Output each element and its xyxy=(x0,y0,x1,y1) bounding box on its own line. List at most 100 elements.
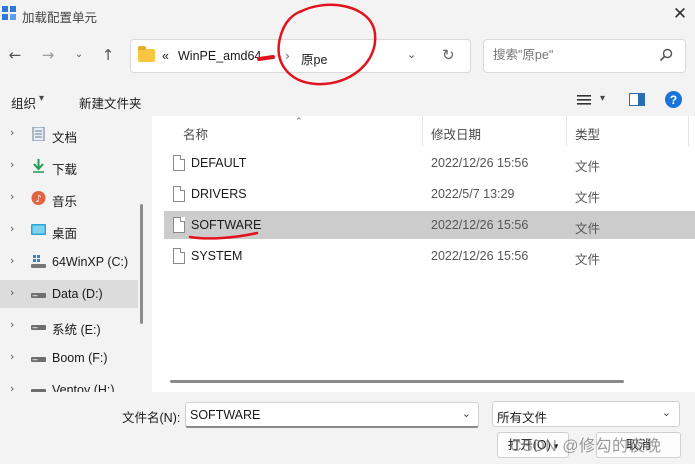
file-row[interactable]: SYSTEM 2022/12/26 15:56 文件 xyxy=(164,242,695,270)
file-name: SYSTEM xyxy=(191,249,243,263)
chevron-right-icon[interactable]: › xyxy=(10,190,14,203)
sort-ascending-icon: ⌃ xyxy=(295,117,303,127)
close-icon[interactable]: ✕ xyxy=(665,0,695,30)
arrow-left-icon[interactable]: ← xyxy=(4,44,26,66)
view-list-icon[interactable] xyxy=(577,95,591,105)
sidebar-item-label: 音乐 xyxy=(52,195,78,209)
chevron-right-icon[interactable]: › xyxy=(10,158,14,171)
registry-app-icon xyxy=(2,6,16,20)
file-icon xyxy=(173,186,185,202)
chevron-right-icon[interactable]: › xyxy=(10,286,14,299)
new-folder-button[interactable]: 新建文件夹 xyxy=(79,93,142,112)
chevron-down-icon[interactable]: ⌄ xyxy=(662,406,671,419)
sidebar-item-music[interactable]: › ♪ 音乐 xyxy=(0,184,138,212)
filename-value[interactable]: SOFTWARE xyxy=(190,408,260,422)
file-name: SOFTWARE xyxy=(191,218,262,232)
column-divider[interactable] xyxy=(688,116,689,146)
sidebar-item-drive-h[interactable]: › Ventoy (H:) xyxy=(0,376,138,392)
dialog-footer: 文件名(N): SOFTWARE ⌄ 所有文件 ⌄ 打开(O) ▾ 取消 CSDN… xyxy=(0,392,695,464)
document-icon xyxy=(32,127,45,141)
filetype-select[interactable]: 所有文件 ⌄ xyxy=(492,401,680,427)
file-type: 文件 xyxy=(575,191,601,205)
command-toolbar: 组织 ▾ 新建文件夹 ▾ ? xyxy=(0,84,695,116)
address-dropdown-icon[interactable]: ⌄ xyxy=(407,48,416,61)
column-divider[interactable] xyxy=(566,116,567,146)
breadcrumb-current[interactable]: 原pe xyxy=(301,49,327,68)
column-type[interactable]: 类型 xyxy=(575,124,600,143)
chevron-right-icon[interactable]: › xyxy=(10,126,14,139)
drive-icon xyxy=(31,357,46,362)
drive-icon xyxy=(31,255,46,268)
sidebar-item-drive-d[interactable]: › Data (D:) xyxy=(0,280,138,308)
organize-caret-icon[interactable]: ▾ xyxy=(39,93,44,104)
file-icon xyxy=(173,217,185,233)
drive-icon xyxy=(31,293,46,298)
sidebar-item-drive-c[interactable]: › 64WinXP (C:) xyxy=(0,248,138,276)
svg-text:♪: ♪ xyxy=(35,194,41,205)
column-modified[interactable]: 修改日期 xyxy=(431,124,481,143)
file-name: DRIVERS xyxy=(191,187,247,201)
watermark: CSDN @修勾的夜晚 xyxy=(510,438,662,455)
refresh-icon[interactable]: ↻ xyxy=(442,46,455,64)
search-input[interactable] xyxy=(493,48,653,62)
chevron-right-icon[interactable]: › xyxy=(10,254,14,267)
sidebar-item-label: 桌面 xyxy=(52,227,78,241)
sidebar-item-documents[interactable]: › 文档 xyxy=(0,120,138,148)
download-icon xyxy=(33,159,44,173)
search-box[interactable] xyxy=(483,39,686,73)
file-modified: 2022/12/26 15:56 xyxy=(431,249,529,263)
search-icon[interactable] xyxy=(659,48,673,62)
file-row-selected[interactable]: SOFTWARE 2022/12/26 15:56 文件 xyxy=(164,211,695,239)
file-modified: 2022/12/26 15:56 xyxy=(431,218,529,232)
folder-icon xyxy=(138,46,155,62)
chevron-right-icon[interactable]: › xyxy=(10,350,14,363)
help-icon[interactable]: ? xyxy=(665,91,682,108)
sidebar-item-drive-e[interactable]: › 系统 (E:) xyxy=(0,312,138,340)
column-header: ⌃ 名称 修改日期 类型 xyxy=(152,116,695,146)
breadcrumb-winpe[interactable]: WinPE_amd64 xyxy=(178,49,261,63)
svg-text:?: ? xyxy=(670,93,677,107)
chevron-down-icon[interactable]: ⌄ xyxy=(462,407,471,420)
view-caret-icon[interactable]: ▾ xyxy=(600,93,605,104)
organize-menu[interactable]: 组织 xyxy=(11,93,36,112)
file-row[interactable]: DRIVERS 2022/5/7 13:29 文件 xyxy=(164,180,695,208)
chevron-right-icon[interactable]: › xyxy=(10,222,14,235)
file-row[interactable]: DEFAULT 2022/12/26 15:56 文件 xyxy=(164,149,695,177)
file-type: 文件 xyxy=(575,222,601,236)
file-modified: 2022/5/7 13:29 xyxy=(431,187,515,201)
address-bar[interactable]: « WinPE_amd64 › 原pe ⌄ ↻ xyxy=(130,39,471,73)
file-icon xyxy=(173,248,185,264)
column-divider[interactable] xyxy=(422,116,423,146)
filename-field[interactable]: SOFTWARE ⌄ xyxy=(185,402,479,428)
horizontal-scrollbar[interactable] xyxy=(170,380,624,383)
sidebar-item-downloads[interactable]: › 下载 xyxy=(0,152,138,180)
arrow-right-icon[interactable]: → xyxy=(37,44,59,66)
preview-pane-icon[interactable] xyxy=(629,93,645,106)
column-name[interactable]: 名称 xyxy=(183,124,208,143)
filetype-value[interactable]: 所有文件 xyxy=(497,407,547,426)
title-bar: 加载配置单元 ✕ xyxy=(0,0,695,30)
file-type: 文件 xyxy=(575,253,601,267)
sidebar-item-label: Ventoy (H:) xyxy=(52,383,115,392)
sidebar-item-label: 下载 xyxy=(52,163,78,177)
sidebar-item-label: Boom (F:) xyxy=(52,351,108,365)
chevron-right-icon[interactable]: › xyxy=(10,318,14,331)
sidebar-item-desktop[interactable]: › 桌面 xyxy=(0,216,138,244)
arrow-up-icon[interactable]: ↑ xyxy=(97,44,119,66)
drive-icon xyxy=(31,389,46,392)
file-type: 文件 xyxy=(575,160,601,174)
window-title: 加载配置单元 xyxy=(22,11,98,25)
sidebar-item-drive-f[interactable]: › Boom (F:) xyxy=(0,344,138,372)
sidebar-item-label: Data (D:) xyxy=(52,287,103,301)
breadcrumb-overflow[interactable]: « xyxy=(162,49,169,63)
sidebar-scrollbar[interactable] xyxy=(140,204,143,324)
chevron-down-icon[interactable]: ⌄ xyxy=(68,44,90,66)
breadcrumb-separator-icon[interactable]: › xyxy=(285,48,290,63)
music-icon: ♪ xyxy=(31,191,46,205)
chevron-right-icon[interactable]: › xyxy=(10,382,14,392)
filename-label: 文件名(N): xyxy=(122,411,181,425)
sidebar-item-label: 文档 xyxy=(52,131,78,145)
file-name: DEFAULT xyxy=(191,156,247,170)
navigation-sidebar: › 文档 › 下载 › ♪ 音乐 › 桌面 › 64WinXP (C:) › D… xyxy=(0,116,149,392)
desktop-icon xyxy=(31,224,46,235)
